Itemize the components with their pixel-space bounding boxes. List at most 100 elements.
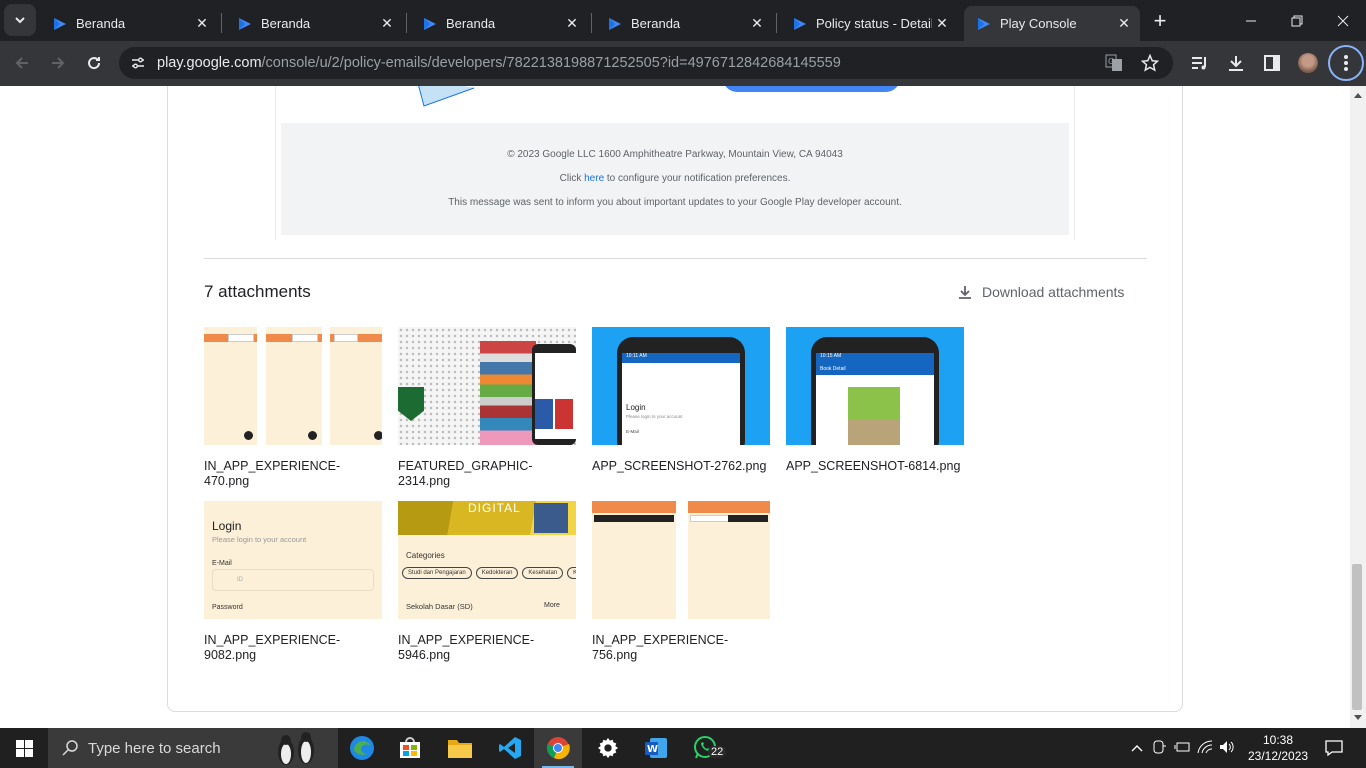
chevron-up-icon[interactable] <box>1126 741 1148 755</box>
thumb-categories: Categories <box>406 551 445 560</box>
thumb-email-label: E-Mail <box>212 560 232 567</box>
play-console-icon <box>978 17 990 30</box>
tab-title: Beranda <box>446 16 496 31</box>
play-console-icon <box>609 17 621 30</box>
attachment-item[interactable]: DIGITAL Categories Studi dan Pengajaran K… <box>398 501 576 663</box>
clock-date: 23/12/2023 <box>1248 749 1309 763</box>
taskbar-store[interactable] <box>386 728 434 768</box>
media-control-button[interactable] <box>1186 49 1214 77</box>
system-tray <box>1126 728 1238 768</box>
store-icon <box>400 737 420 758</box>
gear-icon <box>597 737 619 759</box>
media-icon <box>1192 57 1206 70</box>
search-icon <box>62 740 78 756</box>
close-tab-icon[interactable]: ✕ <box>377 15 397 32</box>
play-console-icon <box>239 17 251 30</box>
attachment-thumbnail <box>204 327 382 445</box>
taskbar-edge[interactable] <box>338 728 386 768</box>
close-tab-icon[interactable]: ✕ <box>562 15 582 32</box>
taskbar-settings[interactable] <box>584 728 632 768</box>
minimize-button[interactable] <box>1228 0 1274 41</box>
thumb-digital: DIGITAL <box>468 501 521 515</box>
close-tab-icon[interactable]: ✕ <box>932 15 952 32</box>
taskbar-whatsapp[interactable]: 22 <box>682 728 730 768</box>
taskbar-chrome[interactable] <box>534 728 582 768</box>
email-cta-button[interactable] <box>723 86 900 92</box>
browser-tab[interactable]: Play Console ✕ <box>964 6 1140 41</box>
close-tab-icon[interactable]: ✕ <box>747 15 767 32</box>
back-button[interactable] <box>8 49 36 77</box>
translate-button[interactable]: G <box>1100 49 1128 77</box>
browser-tab[interactable]: Beranda ✕ <box>40 6 218 41</box>
start-button[interactable] <box>0 728 48 768</box>
attachment-filename: IN_APP_EXPERIENCE-5946.png <box>398 633 535 662</box>
attachment-filename: APP_SCREENSHOT-6814.png <box>786 459 961 473</box>
attachment-item[interactable]: FEATURED_GRAPHIC-2314.png <box>398 327 576 489</box>
taskbar-vscode[interactable] <box>486 728 534 768</box>
attachment-filename: APP_SCREENSHOT-2762.png <box>592 459 767 473</box>
attachment-item[interactable]: IN_APP_EXPERIENCE-756.png <box>592 501 770 663</box>
volume-icon[interactable] <box>1216 740 1238 757</box>
attachment-item[interactable]: IN_APP_EXPERIENCE-470.png <box>204 327 382 489</box>
close-window-button[interactable] <box>1320 0 1366 41</box>
restore-button[interactable] <box>1274 0 1320 41</box>
attachment-item[interactable]: Login Please login to your account E-Mai… <box>204 501 382 663</box>
battery-icon[interactable] <box>1170 741 1194 756</box>
scrollbar-thumb[interactable] <box>1352 564 1362 710</box>
reload-button[interactable] <box>80 49 108 77</box>
download-attachments-button[interactable]: Download attachments <box>958 284 1124 300</box>
taskbar-search[interactable]: Type here to search <box>48 728 338 768</box>
vscode-icon <box>499 737 521 759</box>
chrome-menu-button[interactable] <box>1328 45 1364 81</box>
preferences-link[interactable]: here <box>584 173 604 184</box>
attachment-thumbnail: 10:15 AM Book Detail <box>786 327 964 445</box>
tab-search-button[interactable] <box>4 4 36 36</box>
wifi-icon[interactable] <box>1194 739 1216 757</box>
clock-time: 10:38 <box>1262 733 1294 747</box>
url-text: play.google.com/console/u/2/policy-email… <box>157 55 841 71</box>
attachment-item[interactable]: 10:15 AM Book Detail APP_SCREENSHOT-6814… <box>786 327 964 474</box>
svg-text:G: G <box>1108 57 1114 66</box>
meet-icon[interactable] <box>1148 740 1170 757</box>
new-tab-button[interactable]: + <box>1137 0 1183 41</box>
taskbar-file-explorer[interactable] <box>436 728 484 768</box>
thumb-id-placeholder: ID <box>237 577 243 583</box>
profile-avatar[interactable] <box>1294 49 1322 77</box>
browser-tab[interactable]: Policy status - Details ✕ <box>780 6 958 41</box>
thumb-email-label: E-Mail <box>626 429 639 434</box>
attachment-thumbnail: DIGITAL Categories Studi dan Pengajaran K… <box>398 501 576 619</box>
attachment-thumbnail <box>398 327 576 445</box>
star-icon <box>1141 54 1159 72</box>
tab-title: Beranda <box>261 16 311 31</box>
taskbar-clock[interactable]: 10:38 23/12/2023 <box>1248 732 1308 764</box>
browser-tab[interactable]: Beranda ✕ <box>595 6 773 41</box>
scroll-up-icon <box>1354 93 1362 98</box>
email-illustration <box>418 86 475 107</box>
chevron-down-icon <box>15 17 25 24</box>
side-panel-button[interactable] <box>1258 49 1286 77</box>
attachment-filename: IN_APP_EXPERIENCE-9082.png <box>204 633 341 662</box>
thumb-book-detail: Book Detail <box>820 366 846 372</box>
tab-separator <box>776 13 777 33</box>
close-tab-icon[interactable]: ✕ <box>1114 15 1134 32</box>
site-settings-icon <box>132 57 144 69</box>
penguins-icon <box>278 732 314 765</box>
address-bar[interactable]: play.google.com/console/u/2/policy-email… <box>119 47 1173 79</box>
downloads-button[interactable] <box>1222 49 1250 77</box>
thumb-sd: Sekolah Dasar (SD) <box>406 602 473 611</box>
close-tab-icon[interactable]: ✕ <box>192 15 212 32</box>
attachment-filename: FEATURED_GRAPHIC-2314.png <box>398 459 533 488</box>
footer-preferences: Click here to configure your notificatio… <box>559 173 791 184</box>
thumb-login-title: Login <box>626 403 646 412</box>
taskbar-word[interactable]: W <box>632 728 680 768</box>
footer-copyright: © 2023 Google LLC 1600 Amphitheatre Park… <box>507 149 843 160</box>
browser-tab[interactable]: Beranda ✕ <box>410 6 588 41</box>
arrow-right-icon <box>52 57 65 69</box>
attachment-item[interactable]: 10:11 AM Login Please login to your acco… <box>592 327 770 474</box>
browser-tab[interactable]: Beranda ✕ <box>225 6 403 41</box>
notification-center-button[interactable] <box>1310 728 1358 768</box>
forward-button[interactable] <box>44 49 72 77</box>
bookmark-button[interactable] <box>1136 49 1164 77</box>
more-vert-icon <box>1344 55 1348 71</box>
thumb-chip: Studi dan Pengajaran <box>402 567 472 579</box>
